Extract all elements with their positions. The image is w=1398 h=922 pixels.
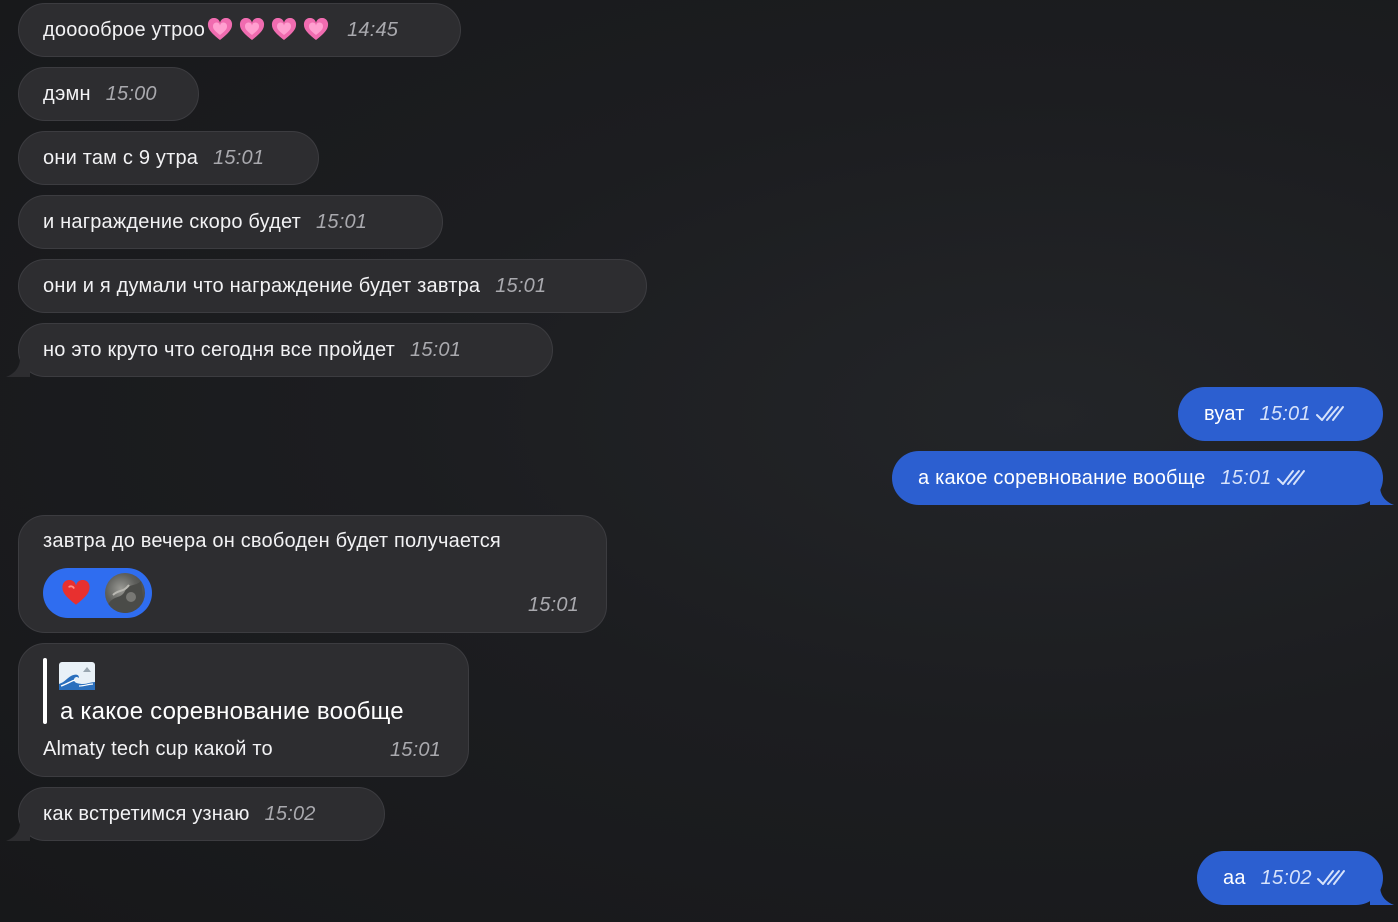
message-text: аа: [1223, 866, 1246, 889]
message-text: но это круто что сегодня все пройдет: [43, 338, 395, 361]
message-text: они и я думали что награждение будет зав…: [43, 274, 481, 297]
message-text: как встретимся узнаю: [43, 802, 250, 825]
message-text: и награждение скоро будет: [43, 210, 302, 233]
bubble-tail: [1370, 886, 1394, 905]
message-text: дэмн: [43, 82, 91, 105]
message-time: 15:01: [213, 146, 265, 169]
message-text: а какое соревнование вообще: [918, 466, 1206, 489]
message-time: 15:01: [316, 210, 368, 233]
reaction-pill[interactable]: [43, 568, 152, 618]
pink-heart-icon: [208, 18, 233, 40]
incoming-message[interactable]: а какое соревнование вообще Almaty tech …: [18, 643, 469, 777]
message-time: 15:01: [1259, 402, 1311, 425]
incoming-message[interactable]: но это круто что сегодня все пройдет 15:…: [18, 323, 553, 377]
message-time: 15:01: [1220, 466, 1272, 489]
message-text: Almaty tech cup какой то: [43, 738, 273, 760]
bubble-tail: [6, 822, 30, 841]
avatar[interactable]: [105, 573, 145, 613]
outgoing-message[interactable]: вуат 15:01: [1178, 387, 1383, 441]
outgoing-message[interactable]: аа 15:02: [1197, 851, 1383, 905]
avatar-image: [105, 581, 145, 613]
incoming-message[interactable]: дэмн 15:00: [18, 67, 199, 121]
double-check-icon: [1316, 870, 1345, 885]
bubble-tail: [1370, 486, 1394, 505]
message-time: 15:01: [495, 274, 547, 297]
incoming-message[interactable]: завтра до вечера он свободен будет получ…: [18, 515, 607, 633]
pink-heart-icon: [240, 18, 265, 40]
incoming-message[interactable]: дооооброе утроо 14:45: [18, 3, 461, 57]
message-time: 15:02: [264, 802, 316, 825]
incoming-message[interactable]: они там с 9 утра 15:01: [18, 131, 319, 185]
message-text: они там с 9 утра: [43, 146, 199, 169]
pink-heart-icon: [304, 18, 329, 40]
message-time: 15:00: [105, 82, 157, 105]
outgoing-message[interactable]: а какое соревнование вообще 15:01: [892, 451, 1383, 505]
reply-quote-bar: [43, 658, 47, 724]
pink-heart-icon: [272, 18, 297, 40]
message-time: 14:45: [347, 18, 399, 41]
heart-reaction-icon: [62, 580, 90, 605]
message-time: 15:02: [1260, 866, 1312, 889]
message-time: 15:01: [410, 338, 462, 361]
incoming-message[interactable]: и награждение скоро будет 15:01: [18, 195, 443, 249]
message-time: 15:01: [389, 739, 441, 761]
double-check-icon: [1315, 406, 1344, 421]
message-time: 15:01: [527, 594, 579, 616]
double-check-icon: [1276, 470, 1305, 485]
incoming-message[interactable]: как встретимся узнаю 15:02: [18, 787, 385, 841]
wave-icon: [59, 662, 95, 690]
bubble-tail: [6, 358, 30, 377]
message-text: дооооброе утроо: [43, 18, 206, 41]
message-text: завтра до вечера он свободен будет получ…: [43, 530, 501, 552]
reply-quote-text: а какое соревнование вообще: [60, 698, 404, 725]
incoming-message[interactable]: они и я думали что награждение будет зав…: [18, 259, 647, 313]
message-text: вуат: [1204, 402, 1245, 425]
